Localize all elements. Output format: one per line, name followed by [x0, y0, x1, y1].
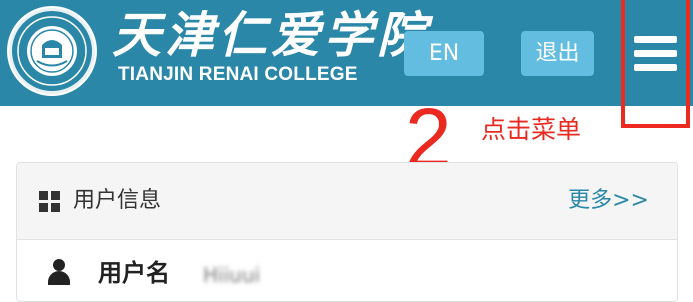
menu-highlight-annotation — [621, 0, 690, 128]
college-name-chinese: 天津仁爱学院 — [112, 6, 431, 64]
seal-graphic — [12, 11, 92, 91]
panel-header: 用户信息 更多>> — [17, 163, 677, 240]
panel-title: 用户信息 — [73, 188, 162, 213]
logout-button[interactable]: 退出 — [521, 31, 594, 76]
username-label: 用户名 — [98, 259, 170, 287]
college-name-english: TIANJIN RENAI COLLEGE — [118, 64, 358, 85]
grid-icon — [39, 191, 60, 212]
college-seal-logo[interactable] — [7, 6, 97, 96]
username-value: Hiiuui — [203, 263, 261, 287]
user-icon — [47, 259, 71, 285]
step-instruction-annotation: 点击菜单 — [481, 115, 582, 144]
more-link[interactable]: 更多>> — [568, 185, 649, 217]
top-navbar: 天津仁爱学院 TIANJIN RENAI COLLEGE EN 退出 — [0, 0, 693, 106]
language-toggle-button[interactable]: EN — [404, 31, 484, 76]
user-info-panel: 用户信息 更多>> 用户名 Hiiuui — [16, 162, 678, 302]
